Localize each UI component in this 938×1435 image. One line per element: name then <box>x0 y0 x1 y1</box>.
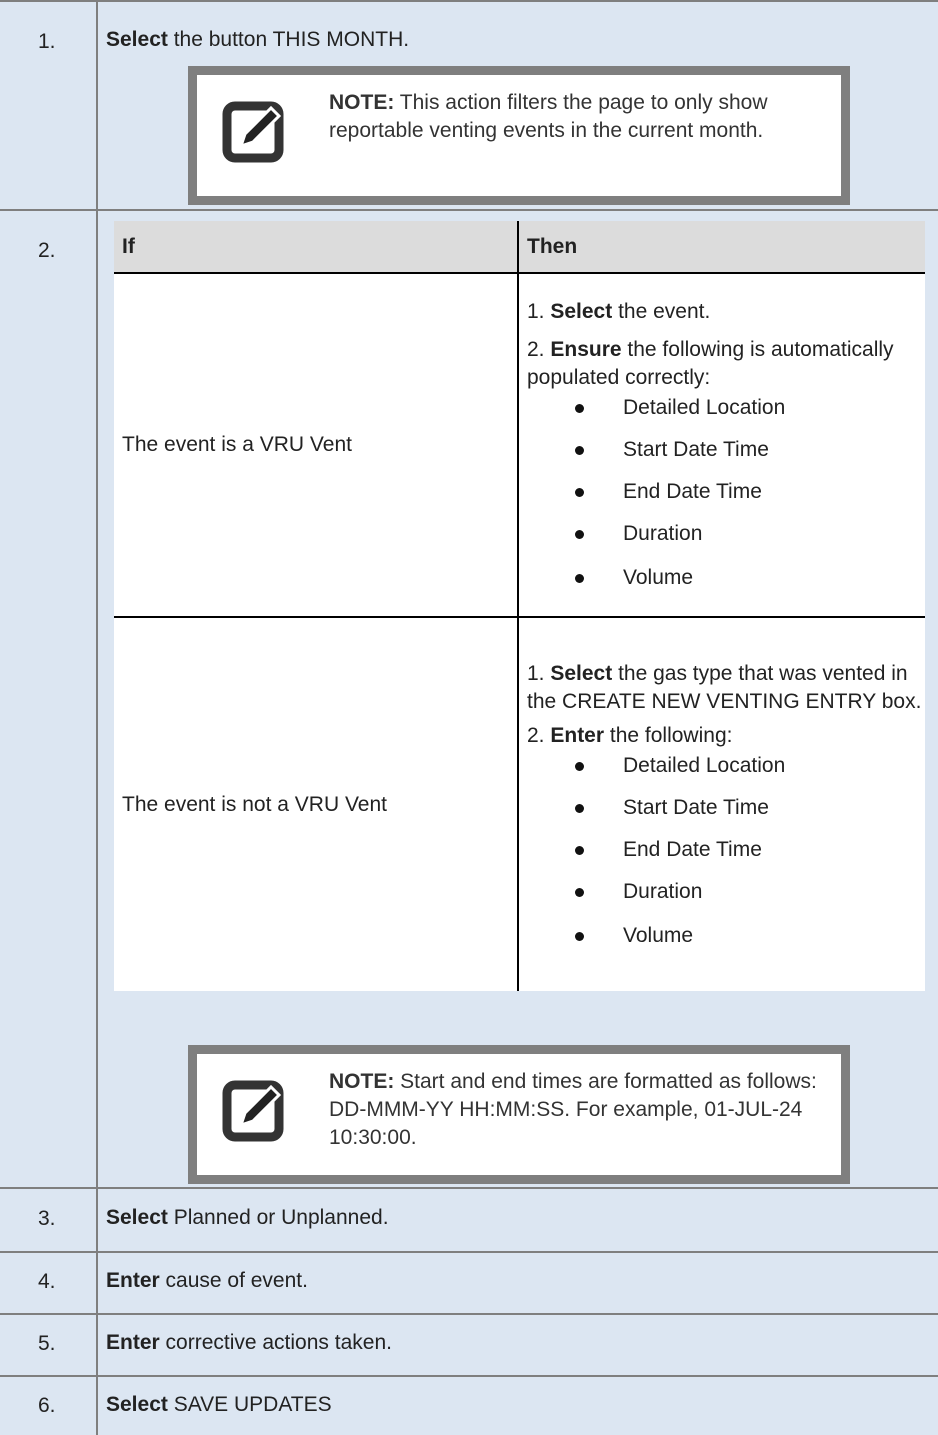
step-instruction: Enter cause of event. <box>106 1269 308 1292</box>
note-text: NOTE: This action filters the page to on… <box>329 91 768 142</box>
list-item: Detailed Location <box>527 394 925 422</box>
list-item: Detailed Location <box>527 752 925 780</box>
field-list: Detailed Location Start Date Time End Da… <box>527 394 925 592</box>
table-header-if: If <box>114 221 519 274</box>
then-cell: 1. Select the event. 2. Ensure the follo… <box>518 273 925 618</box>
step-row-6: 6. Select SAVE UPDATES <box>0 1377 938 1435</box>
if-cell: The event is a VRU Vent <box>114 273 519 618</box>
pencil-note-icon <box>222 1080 284 1142</box>
list-item: End Date Time <box>527 478 925 506</box>
step-instruction: Select SAVE UPDATES <box>106 1393 332 1416</box>
list-item: Duration <box>527 878 925 906</box>
list-item: Volume <box>527 564 925 592</box>
step-row-1: 1. Select the button THIS MONTH. NOTE: T… <box>0 0 938 211</box>
step-instruction: Enter corrective actions taken. <box>106 1331 392 1354</box>
note-box: NOTE: This action filters the page to on… <box>188 66 850 205</box>
step-instruction: Select the button THIS MONTH. <box>106 28 410 51</box>
then-cell: 1. Select the gas type that was vented i… <box>518 617 925 991</box>
step-content: Select Planned or Unplanned. <box>98 1189 938 1251</box>
step-action: Enter <box>106 1331 160 1354</box>
step-action: Select <box>106 28 168 51</box>
step-number: 5. <box>0 1315 98 1375</box>
step-row-3: 3. Select Planned or Unplanned. <box>0 1189 938 1253</box>
step-row-2: 2. If Then The event is a VRU Vent 1. Se… <box>0 211 938 1189</box>
note-text: NOTE: Start and end times are formatted … <box>329 1070 817 1149</box>
procedure-steps: 1. Select the button THIS MONTH. NOTE: T… <box>0 0 938 1435</box>
note-box: NOTE: Start and end times are formatted … <box>188 1045 850 1184</box>
step-number: 6. <box>0 1377 98 1435</box>
step-content: Select SAVE UPDATES <box>98 1377 938 1435</box>
step-number: 4. <box>0 1253 98 1313</box>
step-action: Enter <box>106 1269 160 1292</box>
list-item: Volume <box>527 922 925 950</box>
list-item: Start Date Time <box>527 436 925 464</box>
pencil-note-icon <box>222 101 284 163</box>
list-item: Start Date Time <box>527 794 925 822</box>
list-item: Duration <box>527 520 925 548</box>
step-action: Select <box>106 1393 168 1416</box>
step-row-4: 4. Enter cause of event. <box>0 1253 938 1315</box>
if-cell: The event is not a VRU Vent <box>114 617 519 991</box>
table-row: The event is not a VRU Vent 1. Select th… <box>114 617 925 991</box>
step-instruction: Select Planned or Unplanned. <box>106 1206 389 1229</box>
step-number: 2. <box>0 211 98 1187</box>
table-row: The event is a VRU Vent 1. Select the ev… <box>114 273 925 618</box>
field-list: Detailed Location Start Date Time End Da… <box>527 752 925 950</box>
step-row-5: 5. Enter corrective actions taken. <box>0 1315 938 1377</box>
step-content: Enter cause of event. <box>98 1253 938 1313</box>
step-content: Enter corrective actions taken. <box>98 1315 938 1375</box>
if-then-table: If Then The event is a VRU Vent 1. Selec… <box>114 221 925 991</box>
step-number: 3. <box>0 1189 98 1251</box>
step-action: Select <box>106 1206 168 1229</box>
table-header-then: Then <box>518 221 925 274</box>
step-number: 1. <box>0 2 98 209</box>
list-item: End Date Time <box>527 836 925 864</box>
